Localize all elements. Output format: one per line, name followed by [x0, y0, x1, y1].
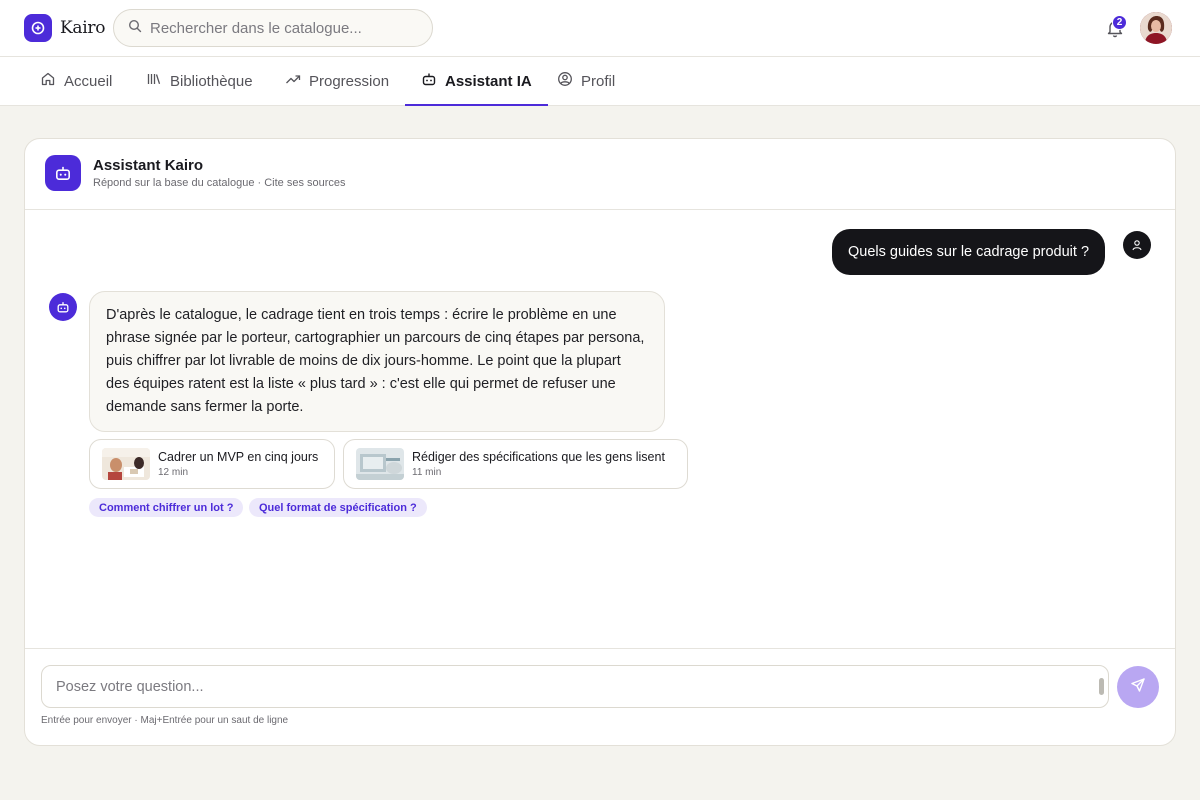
question-input[interactable] — [56, 666, 1086, 707]
source-card[interactable]: Cadrer un MVP en cinq jours 12 min — [89, 439, 335, 489]
bot-icon — [421, 71, 437, 91]
question-field[interactable] — [41, 665, 1109, 708]
assistant-bot-icon — [45, 155, 81, 191]
user-message: Quels guides sur le cadrage produit ? — [832, 229, 1106, 275]
send-icon — [1130, 677, 1146, 698]
assistant-message: D'après le catalogue, le cadrage tient e… — [89, 291, 665, 432]
home-icon — [40, 71, 56, 91]
user-circle-icon — [557, 71, 573, 91]
search-icon — [128, 19, 142, 38]
tab-label: Profil — [581, 72, 616, 90]
tab-progression[interactable]: Progression — [285, 57, 389, 105]
main-nav: Accueil Bibliothèque Progression Assista… — [0, 57, 1200, 106]
source-title: Cadrer un MVP en cinq jours — [158, 450, 319, 464]
source-title: Rédiger des spécifications que les gens … — [412, 450, 665, 464]
tab-bibliotheque[interactable]: Bibliothèque — [146, 57, 253, 105]
avatar[interactable] — [1140, 12, 1172, 44]
composer: Entrée pour envoyer · Maj+Entrée pour un… — [25, 648, 1175, 745]
tab-assistant-ia[interactable]: Assistant IA — [405, 57, 548, 106]
app-logo[interactable]: Kairo — [24, 14, 105, 42]
library-icon — [146, 71, 162, 91]
search-input[interactable] — [150, 19, 420, 37]
tab-label: Assistant IA — [445, 72, 532, 90]
source-thumbnail — [102, 448, 150, 480]
bot-avatar-icon — [49, 293, 77, 321]
source-duration: 12 min — [158, 467, 189, 478]
tab-profil[interactable]: Profil — [557, 57, 615, 105]
tab-label: Bibliothèque — [170, 72, 253, 90]
chat-header: Assistant Kairo Répond sur la base du ca… — [25, 139, 1175, 210]
assistant-subtitle: Répond sur la base du catalogue · Cite s… — [93, 177, 346, 189]
send-button[interactable] — [1117, 666, 1159, 708]
source-thumbnail — [356, 448, 404, 480]
assistant-title: Assistant Kairo — [93, 157, 204, 174]
kairo-logo-icon — [24, 14, 52, 42]
source-duration: 11 min — [412, 467, 442, 478]
suggestion-chip[interactable]: Quel format de spécification ? — [249, 498, 427, 517]
search-bar[interactable] — [113, 9, 433, 47]
tab-accueil[interactable]: Accueil — [40, 57, 112, 105]
app-name: Kairo — [60, 18, 106, 38]
scrollbar-thumb[interactable] — [1099, 678, 1104, 695]
top-header: Kairo 2 — [0, 0, 1200, 57]
input-scrollbar[interactable] — [1098, 669, 1106, 704]
composer-hint: Entrée pour envoyer · Maj+Entrée pour un… — [41, 715, 289, 726]
tab-label: Progression — [309, 72, 390, 90]
source-card[interactable]: Rédiger des spécifications que les gens … — [343, 439, 688, 489]
user-avatar-icon — [1123, 231, 1151, 259]
notification-badge: 2 — [1112, 15, 1127, 30]
trending-up-icon — [285, 71, 301, 91]
chat-panel: Assistant Kairo Répond sur la base du ca… — [24, 138, 1176, 746]
suggestion-chip[interactable]: Comment chiffrer un lot ? — [89, 498, 244, 517]
tab-label: Accueil — [64, 72, 113, 90]
